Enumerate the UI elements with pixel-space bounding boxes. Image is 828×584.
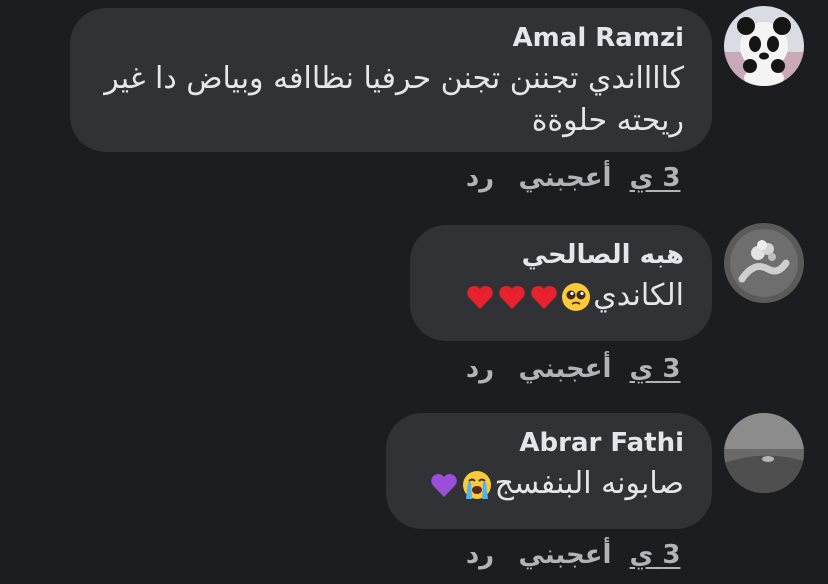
comment-author[interactable]: هبه الصالحي: [438, 239, 684, 271]
comment-text: الكاندي: [593, 278, 684, 313]
comment-timestamp[interactable]: 3 ي: [620, 540, 690, 570]
comment-actions: رد أعجبني 3 ي: [450, 160, 690, 196]
comment-text-row: صابونه البنفسج: [414, 463, 684, 505]
red-heart-icon: [531, 285, 557, 309]
red-heart-icon: [467, 285, 493, 309]
comment-author[interactable]: Abrar Fathi: [414, 427, 684, 459]
emoji-group: [427, 469, 493, 501]
comment-item: هبه الصالحي الكاندي رد أعجبني 3 ي: [0, 215, 828, 400]
comment-text: كااااندي تجننن تجنن حرفيا نظاافه وبياض د…: [104, 61, 684, 138]
comment-timestamp[interactable]: 3 ي: [620, 354, 690, 384]
reply-button[interactable]: رد: [450, 540, 510, 570]
avatar[interactable]: [724, 6, 804, 86]
comment-bubble[interactable]: Abrar Fathi صابونه البنفسج: [386, 413, 712, 529]
purple-heart-icon: [430, 473, 457, 497]
emoji-group: [463, 282, 591, 312]
avatar[interactable]: [724, 413, 804, 493]
reply-button[interactable]: رد: [450, 354, 510, 384]
red-heart-icon: [499, 285, 525, 309]
comment-text-row: الكاندي: [438, 275, 684, 317]
panda-avatar-icon: [724, 6, 804, 86]
comment-bubble[interactable]: هبه الصالحي الكاندي: [410, 225, 712, 341]
comment-text: صابونه البنفسج: [494, 466, 684, 501]
comment-timestamp[interactable]: 3 ي: [620, 163, 690, 193]
loudly-crying-face-emoji-icon: [462, 470, 491, 499]
comment-item: Amal Ramzi كااااندي تجننن تجنن حرفيا نظا…: [0, 0, 828, 200]
like-button[interactable]: أعجبني: [510, 163, 620, 193]
avatar[interactable]: [724, 223, 804, 303]
reply-button[interactable]: رد: [450, 163, 510, 193]
comment-actions: رد أعجبني 3 ي: [450, 537, 690, 573]
comment-bubble[interactable]: Amal Ramzi كااااندي تجننن تجنن حرفيا نظا…: [70, 8, 712, 152]
comment-item: Abrar Fathi صابونه البنفسج رد أعجبني 3 ي: [0, 405, 828, 584]
like-button[interactable]: أعجبني: [510, 540, 620, 570]
gray-photo-avatar-icon: [724, 413, 804, 493]
comment-actions: رد أعجبني 3 ي: [450, 351, 690, 387]
comment-author[interactable]: Amal Ramzi: [98, 22, 684, 54]
pleading-face-emoji-icon: [562, 282, 591, 311]
like-button[interactable]: أعجبني: [510, 354, 620, 384]
flower-hand-avatar-icon: [724, 223, 804, 303]
